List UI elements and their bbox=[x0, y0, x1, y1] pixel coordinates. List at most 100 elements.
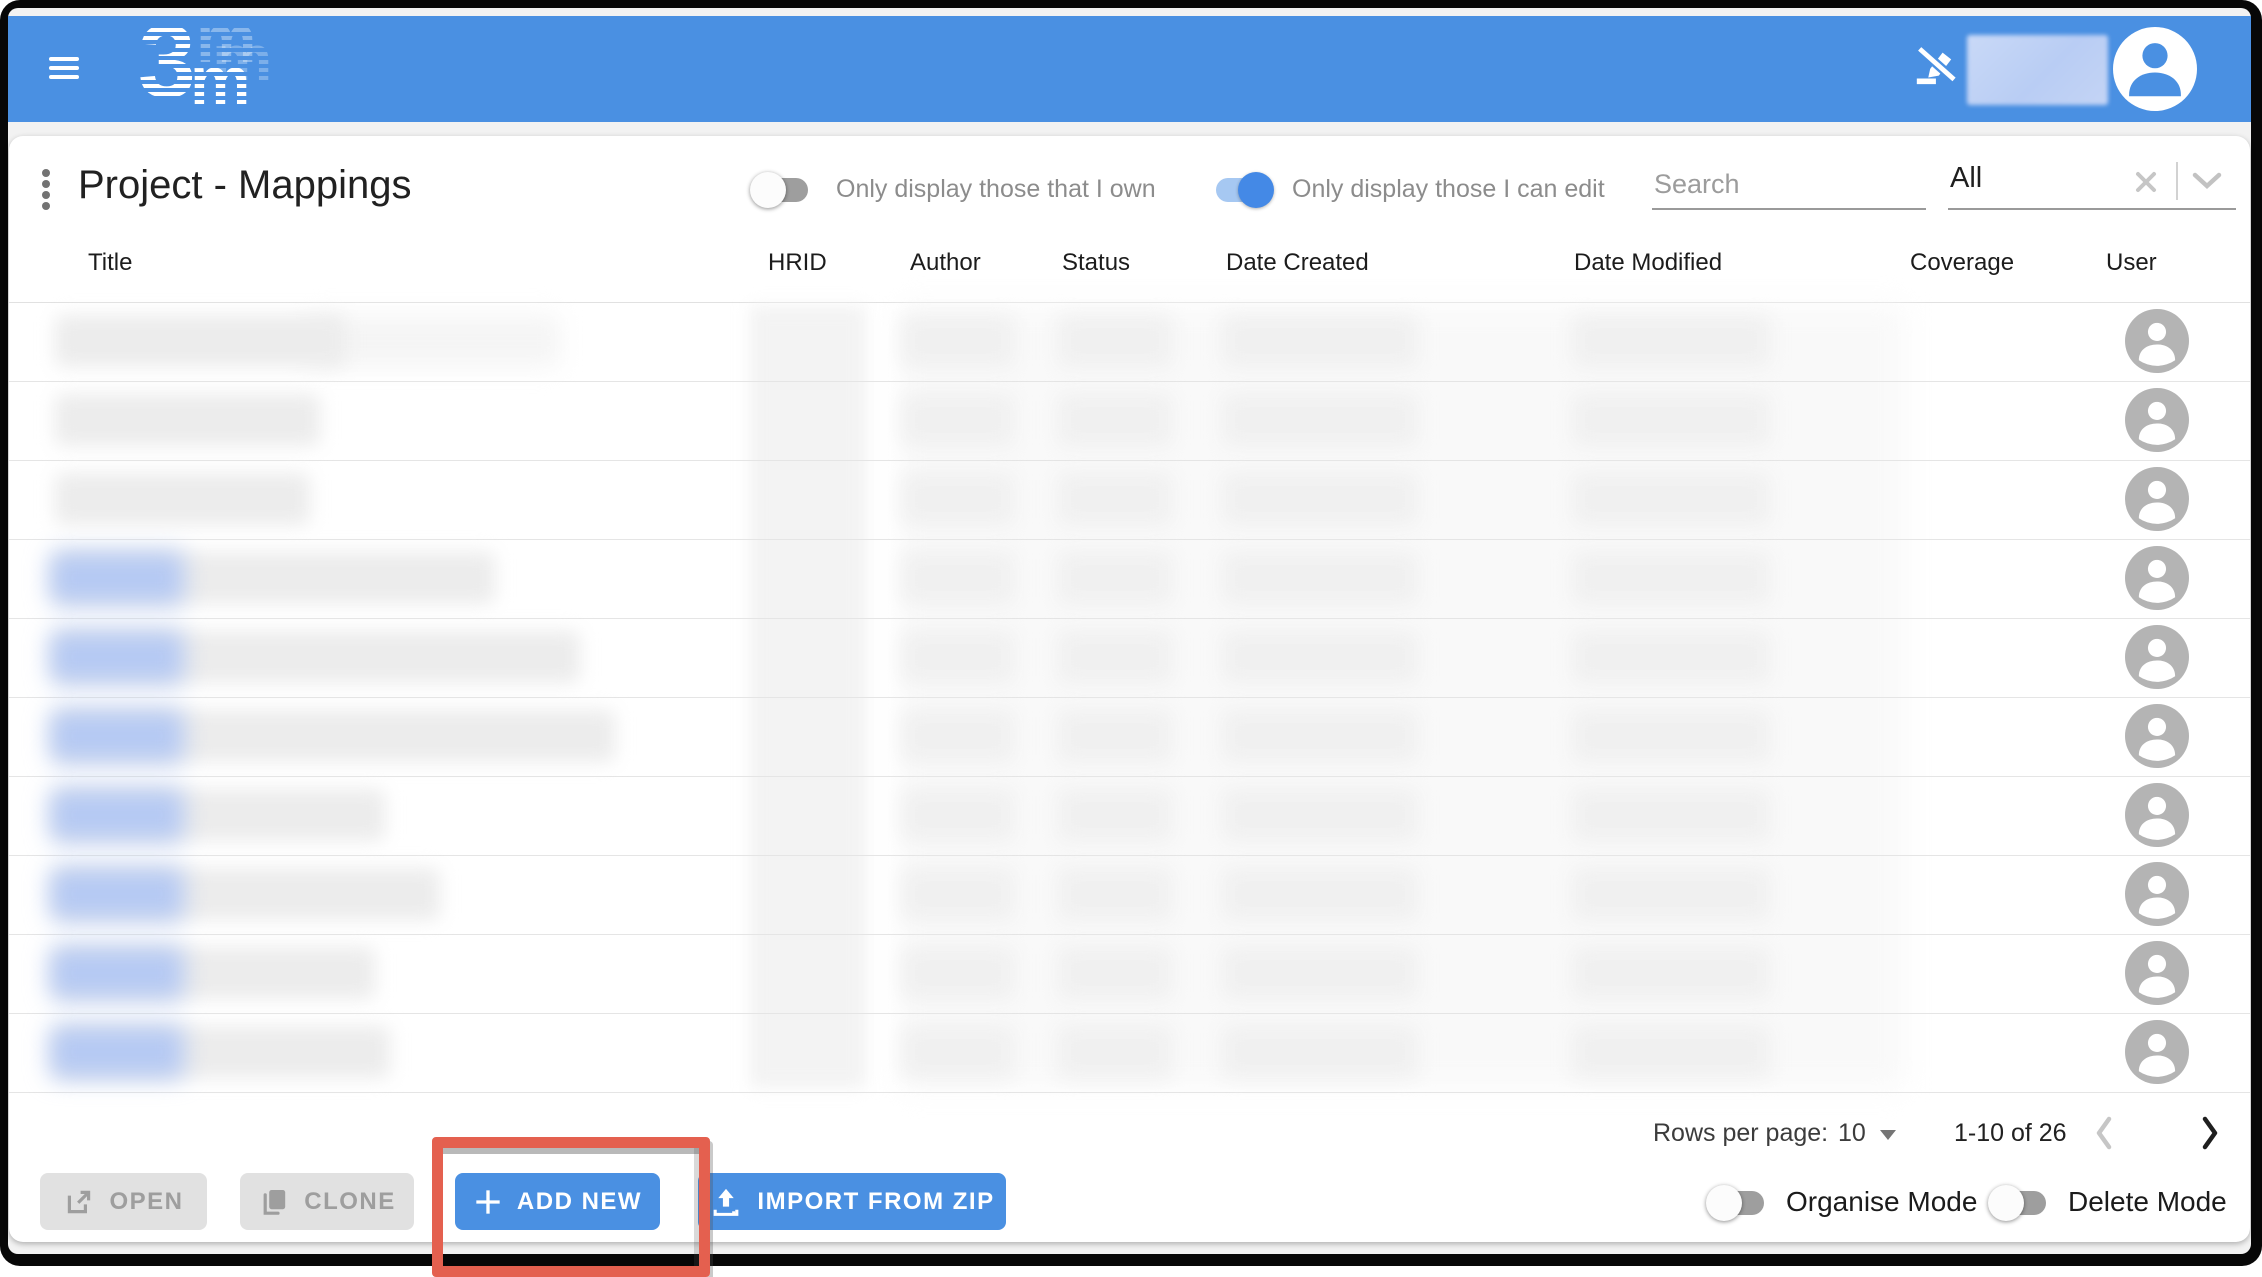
open-button[interactable]: OPEN bbox=[40, 1173, 207, 1230]
rows-per-page-value[interactable]: 10 bbox=[1838, 1119, 1866, 1148]
chevron-right-icon[interactable] bbox=[2198, 1115, 2222, 1151]
rows-per-page-dropdown-icon[interactable] bbox=[1880, 1130, 1896, 1140]
redacted-cell bbox=[1222, 710, 1418, 762]
row-user-avatar-icon bbox=[2125, 783, 2189, 847]
redacted-cell bbox=[1222, 1026, 1418, 1078]
row-user-avatar-icon bbox=[2125, 704, 2189, 768]
row-user-avatar-icon bbox=[2125, 941, 2189, 1005]
redacted-cell bbox=[1058, 710, 1172, 762]
redacted-cell bbox=[1222, 552, 1418, 604]
redacted-cell bbox=[1222, 789, 1418, 841]
filter-divider bbox=[2176, 162, 2178, 200]
search-input[interactable] bbox=[1652, 158, 1930, 210]
delete-mode-toggle[interactable] bbox=[1988, 1185, 2050, 1221]
toggle-only-display-own-label: Only display those that I own bbox=[836, 175, 1156, 204]
redacted-title-chip bbox=[50, 1026, 184, 1078]
table-row[interactable] bbox=[9, 302, 2250, 382]
toggle-only-display-own[interactable] bbox=[750, 172, 812, 208]
redacted-cell bbox=[1572, 1026, 1770, 1078]
redacted-cell bbox=[902, 789, 1014, 841]
redacted-cell bbox=[1058, 789, 1172, 841]
redacted-cell bbox=[1572, 552, 1770, 604]
redacted-cell bbox=[902, 473, 1014, 525]
clear-filter-icon[interactable] bbox=[2134, 170, 2158, 194]
pagination-range: 1-10 of 26 bbox=[1954, 1119, 2067, 1148]
redacted-title-chip bbox=[50, 631, 184, 683]
row-user-avatar-icon bbox=[2125, 625, 2189, 689]
clone-button[interactable]: CLONE bbox=[240, 1173, 414, 1230]
redacted-cell bbox=[902, 947, 1014, 999]
import-from-zip-button[interactable]: IMPORT FROM ZIP bbox=[698, 1173, 1006, 1230]
type-filter-select[interactable]: All bbox=[1948, 150, 2236, 210]
col-header-author: Author bbox=[910, 249, 981, 277]
redacted-cell bbox=[902, 868, 1014, 920]
logo-stripe-overlay bbox=[130, 20, 276, 120]
chevron-down-icon[interactable] bbox=[2192, 172, 2222, 190]
col-header-date-created: Date Created bbox=[1226, 249, 1369, 277]
delete-mode-label: Delete Mode bbox=[2068, 1186, 2227, 1218]
table-row[interactable] bbox=[9, 618, 2250, 698]
row-user-avatar-icon bbox=[2125, 388, 2189, 452]
organise-mode-label: Organise Mode bbox=[1786, 1186, 1977, 1218]
redacted-cell bbox=[1058, 315, 1172, 367]
row-user-avatar-icon bbox=[2125, 546, 2189, 610]
redacted-cell bbox=[1058, 473, 1172, 525]
type-filter-value: All bbox=[1950, 162, 1982, 195]
organise-mode-toggle[interactable] bbox=[1706, 1185, 1768, 1221]
add-new-button[interactable]: ADD NEW bbox=[455, 1173, 660, 1230]
col-header-user: User bbox=[2106, 249, 2157, 277]
redacted-title-chip bbox=[50, 552, 184, 604]
redacted-title bbox=[55, 473, 310, 525]
redacted-cell bbox=[902, 1026, 1014, 1078]
user-avatar-icon bbox=[2113, 27, 2197, 111]
redacted-cell bbox=[1222, 631, 1418, 683]
more-vert-icon[interactable] bbox=[41, 169, 51, 209]
table-row[interactable] bbox=[9, 934, 2250, 1014]
hamburger-menu-icon[interactable] bbox=[49, 57, 83, 81]
col-header-status: Status bbox=[1062, 249, 1130, 277]
redacted-cell bbox=[1058, 631, 1172, 683]
col-header-title: Title bbox=[88, 249, 132, 277]
redacted-cell bbox=[1222, 315, 1418, 367]
redacted-cell bbox=[1572, 789, 1770, 841]
redacted-cell bbox=[1058, 1026, 1172, 1078]
table-row[interactable] bbox=[9, 381, 2250, 461]
redacted-cell bbox=[902, 710, 1014, 762]
row-user-avatar-icon bbox=[2125, 309, 2189, 373]
plus-icon bbox=[473, 1187, 503, 1217]
clone-icon bbox=[258, 1186, 290, 1218]
table-row[interactable] bbox=[9, 539, 2250, 619]
search-field bbox=[1652, 158, 1926, 210]
redacted-cell bbox=[1058, 868, 1172, 920]
table-row[interactable] bbox=[9, 697, 2250, 777]
row-user-avatar-icon bbox=[2125, 467, 2189, 531]
redacted-title-chip bbox=[50, 710, 184, 762]
col-header-date-modified: Date Modified bbox=[1574, 249, 1722, 277]
row-user-avatar-icon bbox=[2125, 862, 2189, 926]
edit-off-icon[interactable] bbox=[1910, 46, 1958, 88]
col-header-coverage: Coverage bbox=[1910, 249, 2014, 277]
account-avatar-button[interactable] bbox=[2113, 27, 2197, 111]
redacted-cell bbox=[1572, 631, 1770, 683]
redacted-cell bbox=[1222, 947, 1418, 999]
redacted-title-chip bbox=[50, 789, 184, 841]
redacted-cell bbox=[1058, 947, 1172, 999]
row-user-avatar-icon bbox=[2125, 1020, 2189, 1084]
table-row[interactable] bbox=[9, 855, 2250, 935]
table-row[interactable] bbox=[9, 460, 2250, 540]
table-row[interactable] bbox=[9, 776, 2250, 856]
redacted-cell bbox=[902, 394, 1014, 446]
table-row[interactable] bbox=[9, 1013, 2250, 1093]
page-title: Project - Mappings bbox=[78, 163, 411, 208]
toggle-only-display-can-edit[interactable] bbox=[1212, 172, 1274, 208]
redacted-cell bbox=[1572, 710, 1770, 762]
redacted-title-chip bbox=[50, 868, 184, 920]
table-header-row: Title HRID Author Status Date Created Da… bbox=[9, 225, 2250, 303]
toggle-only-display-can-edit-label: Only display those I can edit bbox=[1292, 175, 1605, 204]
redacted-cell bbox=[1058, 394, 1172, 446]
redacted-title-chip bbox=[50, 947, 184, 999]
redacted-username bbox=[1967, 35, 2108, 105]
redacted-cell bbox=[1572, 947, 1770, 999]
chevron-left-icon[interactable] bbox=[2092, 1115, 2116, 1151]
redacted-cell bbox=[1222, 394, 1418, 446]
